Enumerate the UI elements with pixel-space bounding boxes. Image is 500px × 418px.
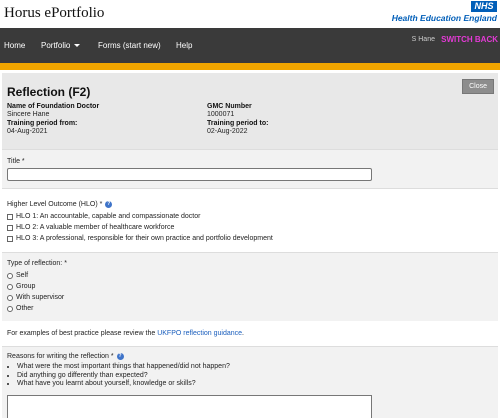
main-nav: Home Portfolio Forms (start new) Help S … (0, 28, 500, 63)
nav-portfolio[interactable]: Portfolio (41, 41, 81, 50)
form-content: Reflection (F2) Close Name of Foundation… (2, 73, 498, 418)
required-mark: * (21, 158, 25, 165)
checkbox[interactable] (7, 213, 13, 220)
period-from-info: Training period from: 04-Aug-2021 (7, 120, 77, 136)
radio-button[interactable] (7, 294, 13, 301)
required-mark: * (64, 260, 67, 267)
doctor-value: Sincere Hane (7, 111, 50, 118)
required-mark: * (110, 353, 114, 360)
title-section: Title * (2, 149, 498, 188)
switch-back-button[interactable]: SWITCH BACK (441, 35, 498, 44)
radio-button[interactable] (7, 272, 13, 279)
checkbox[interactable] (7, 235, 13, 242)
gmc-info: GMC Number 1000071 (207, 103, 252, 119)
gmc-value: 1000071 (207, 111, 235, 118)
nav-home[interactable]: Home (4, 41, 25, 50)
reflection-type-option-label: With supervisor (16, 294, 65, 301)
org-name: Health Education England (391, 13, 497, 23)
reasons-label: Reasons for writing the reflection * ? (7, 353, 493, 360)
radio-button[interactable] (7, 283, 13, 290)
period-from-label: Training period from: (7, 120, 78, 127)
reasons-textarea[interactable] (7, 394, 372, 418)
hlo-section: Higher Level Outcome (HLO) * ? HLO 1: An… (2, 188, 498, 252)
radio-button[interactable] (7, 305, 13, 312)
required-mark: * (99, 201, 103, 208)
reasons-label-text: Reasons for writing the reflection (7, 353, 109, 360)
nhs-logo: NHS (471, 1, 497, 12)
hlo-option-2[interactable]: HLO 2: A valuable member of healthcare w… (7, 222, 493, 233)
hlo-option-label: HLO 1: An accountable, capable and compa… (16, 213, 201, 220)
title-label: Title * (7, 158, 493, 165)
checkbox[interactable] (7, 224, 13, 231)
gmc-label: GMC Number (207, 103, 252, 110)
nav-help[interactable]: Help (176, 41, 192, 50)
guidance-suffix: . (242, 330, 244, 337)
list-item: What have you learnt about yourself, kno… (17, 380, 493, 389)
period-from-value: 04-Aug-2021 (7, 128, 48, 135)
reflection-type-self[interactable]: Self (7, 270, 493, 281)
hlo-option-1[interactable]: HLO 1: An accountable, capable and compa… (7, 211, 493, 222)
nav-portfolio-label: Portfolio (41, 41, 71, 50)
guidance-prefix: For examples of best practice please rev… (7, 330, 156, 337)
hlo-option-3[interactable]: HLO 3: A professional, responsible for t… (7, 233, 493, 244)
reflection-type-label-text: Type of reflection: (7, 260, 63, 267)
reasons-section: Reasons for writing the reflection * ? W… (2, 346, 498, 418)
reflection-type-section: Type of reflection: * Self Group With su… (2, 252, 498, 321)
reflection-type-option-label: Group (16, 283, 36, 290)
hlo-label-text: Higher Level Outcome (HLO) (7, 201, 98, 208)
app-title: Horus ePortfolio (4, 5, 105, 21)
reflection-type-option-label: Other (16, 305, 34, 312)
hlo-option-label: HLO 3: A professional, responsible for t… (16, 235, 273, 242)
current-user: S Hane (411, 36, 435, 43)
list-item: Did anything go differently than expecte… (17, 372, 493, 381)
caret-down-icon (74, 44, 81, 48)
hlo-option-label: HLO 2: A valuable member of healthcare w… (16, 224, 175, 231)
accent-bar (0, 63, 500, 70)
reflection-type-other[interactable]: Other (7, 303, 493, 314)
close-button[interactable]: Close (462, 79, 494, 94)
period-to-label: Training period to: (207, 120, 269, 127)
form-header: Reflection (F2) Close Name of Foundation… (2, 73, 498, 149)
reflection-type-label: Type of reflection: * (7, 260, 493, 267)
period-to-value: 02-Aug-2022 (207, 128, 248, 135)
guidance-text: For examples of best practice please rev… (2, 321, 498, 346)
reflection-type-option-label: Self (16, 272, 29, 279)
form-title: Reflection (F2) (7, 85, 91, 99)
doctor-info: Name of Foundation Doctor Sincere Hane (7, 103, 99, 119)
help-circle-icon[interactable]: ? (105, 201, 113, 208)
guidance-link[interactable]: UKFPO reflection guidance (157, 330, 242, 337)
reasons-prompts: What were the most important things that… (7, 363, 493, 389)
doctor-label: Name of Foundation Doctor (7, 103, 100, 110)
title-input[interactable] (7, 168, 372, 181)
trainee-details: Name of Foundation Doctor Sincere Hane G… (7, 103, 493, 143)
top-header: Horus ePortfolio NHS Health Education En… (0, 0, 500, 28)
nav-forms[interactable]: Forms (start new) (98, 41, 161, 50)
reflection-type-group[interactable]: Group (7, 281, 493, 292)
reflection-type-supervisor[interactable]: With supervisor (7, 292, 493, 303)
list-item: What were the most important things that… (17, 363, 493, 372)
period-to-info: Training period to: 02-Aug-2022 (207, 120, 268, 136)
title-label-text: Title (7, 158, 20, 165)
hlo-label: Higher Level Outcome (HLO) * ? (7, 201, 493, 208)
help-circle-icon[interactable]: ? (116, 353, 124, 360)
